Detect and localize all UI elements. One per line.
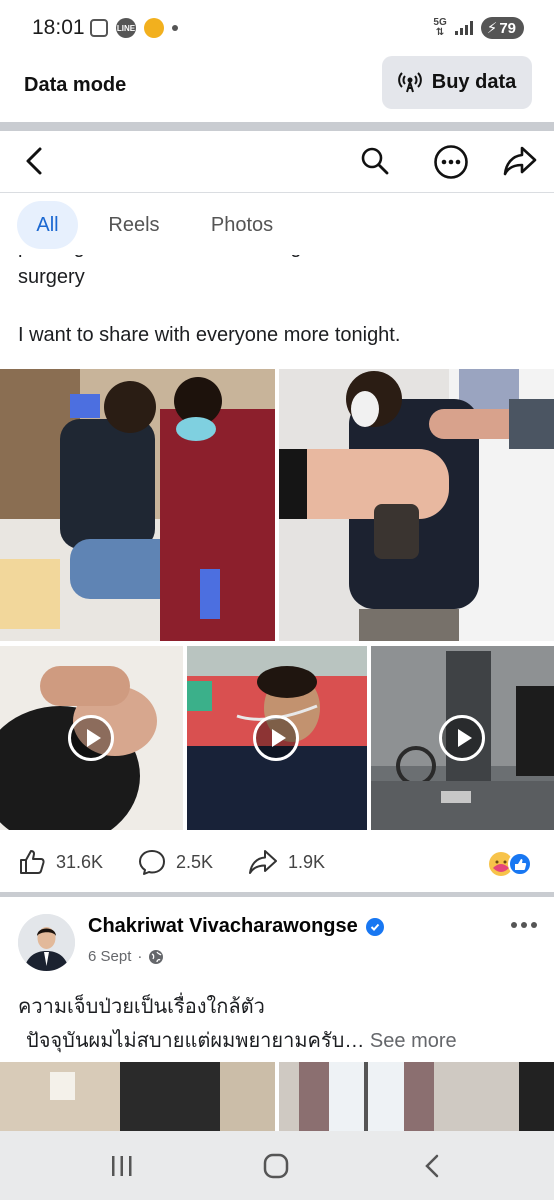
avatar[interactable] (18, 914, 75, 971)
system-navigation-bar (0, 1131, 554, 1200)
line-icon: LINE (116, 18, 136, 38)
status-right: 5G ⇅ ⚡ 79 (433, 17, 524, 39)
comment-button[interactable]: 2.5K (138, 848, 213, 876)
play-icon[interactable] (439, 715, 485, 761)
post-author[interactable]: Chakriwat Vivacharawongse (88, 915, 384, 938)
room-photo-1 (0, 1062, 275, 1132)
more-icon[interactable] (433, 144, 469, 180)
post-text-line: ปัจจุบันผมไม่สบายแต่ผมพยายามครับ… See mo… (26, 1030, 457, 1052)
avatar-image (18, 914, 75, 971)
hospital-photo-2 (279, 369, 554, 641)
data-mode-title: Data mode (24, 74, 127, 96)
section-divider (0, 122, 554, 131)
notification-dot (172, 25, 178, 31)
back-arrow-icon[interactable] (20, 144, 50, 178)
share-post-button[interactable]: 1.9K (248, 848, 325, 876)
status-bar: 18:01 LINE 5G ⇅ ⚡ 79 (0, 0, 554, 56)
post-video-1[interactable] (0, 646, 183, 830)
broadcast-icon (397, 71, 422, 92)
see-more-link[interactable]: See more (370, 1030, 457, 1052)
charging-icon: ⚡ (486, 20, 498, 37)
post-photo-2[interactable] (279, 369, 554, 641)
verified-badge-icon (365, 917, 384, 936)
filter-tabs: All Reels Photos (0, 193, 554, 255)
like-button[interactable]: 31.6K (18, 848, 103, 876)
network-indicator: 5G ⇅ (433, 17, 447, 38)
comment-icon (139, 850, 165, 875)
tab-reels[interactable]: Reels (96, 201, 172, 249)
system-back-icon[interactable] (422, 1153, 442, 1179)
top-nav-bar (0, 131, 554, 193)
post2-photo-2[interactable] (279, 1062, 554, 1132)
post-photo-1[interactable] (0, 369, 275, 641)
data-mode-bar: Data mode Buy data (0, 56, 554, 122)
globe-icon (149, 949, 164, 964)
hospital-photo-1 (0, 369, 275, 641)
share-icon (249, 850, 277, 874)
post-video-2[interactable] (187, 646, 367, 830)
status-time: 18:01 (32, 16, 85, 39)
post-video-3[interactable] (371, 646, 554, 830)
signal-icon (454, 21, 473, 35)
tab-photos[interactable]: Photos (196, 201, 288, 249)
room-photo-2 (279, 1062, 554, 1132)
status-notification-icons: LINE (90, 18, 178, 38)
share-icon[interactable] (502, 144, 538, 178)
post-actions-bar: 31.6K 2.5K 1.9K (0, 836, 554, 892)
battery-indicator: ⚡ 79 (480, 17, 524, 39)
reaction-emoji-icon (489, 852, 532, 876)
like-icon (20, 850, 45, 874)
post-separator (0, 892, 554, 897)
krungsri-icon (144, 18, 164, 38)
post-text-line: ความเจ็บป่วยเป็นเรื่องใกล้ตัว (18, 996, 265, 1018)
post-meta: 6 Sept · (88, 948, 164, 965)
home-icon[interactable] (263, 1153, 289, 1179)
screenshot-icon (90, 19, 108, 37)
more-options-icon[interactable] (510, 915, 538, 935)
buy-data-button[interactable]: Buy data (382, 56, 532, 109)
play-icon[interactable] (68, 715, 114, 761)
reactions-summary[interactable] (487, 850, 533, 878)
tab-all[interactable]: All (17, 201, 78, 249)
recent-apps-icon[interactable] (110, 1155, 134, 1177)
post2-photo-1[interactable] (0, 1062, 275, 1132)
search-icon[interactable] (360, 146, 390, 176)
play-icon[interactable] (253, 715, 299, 761)
